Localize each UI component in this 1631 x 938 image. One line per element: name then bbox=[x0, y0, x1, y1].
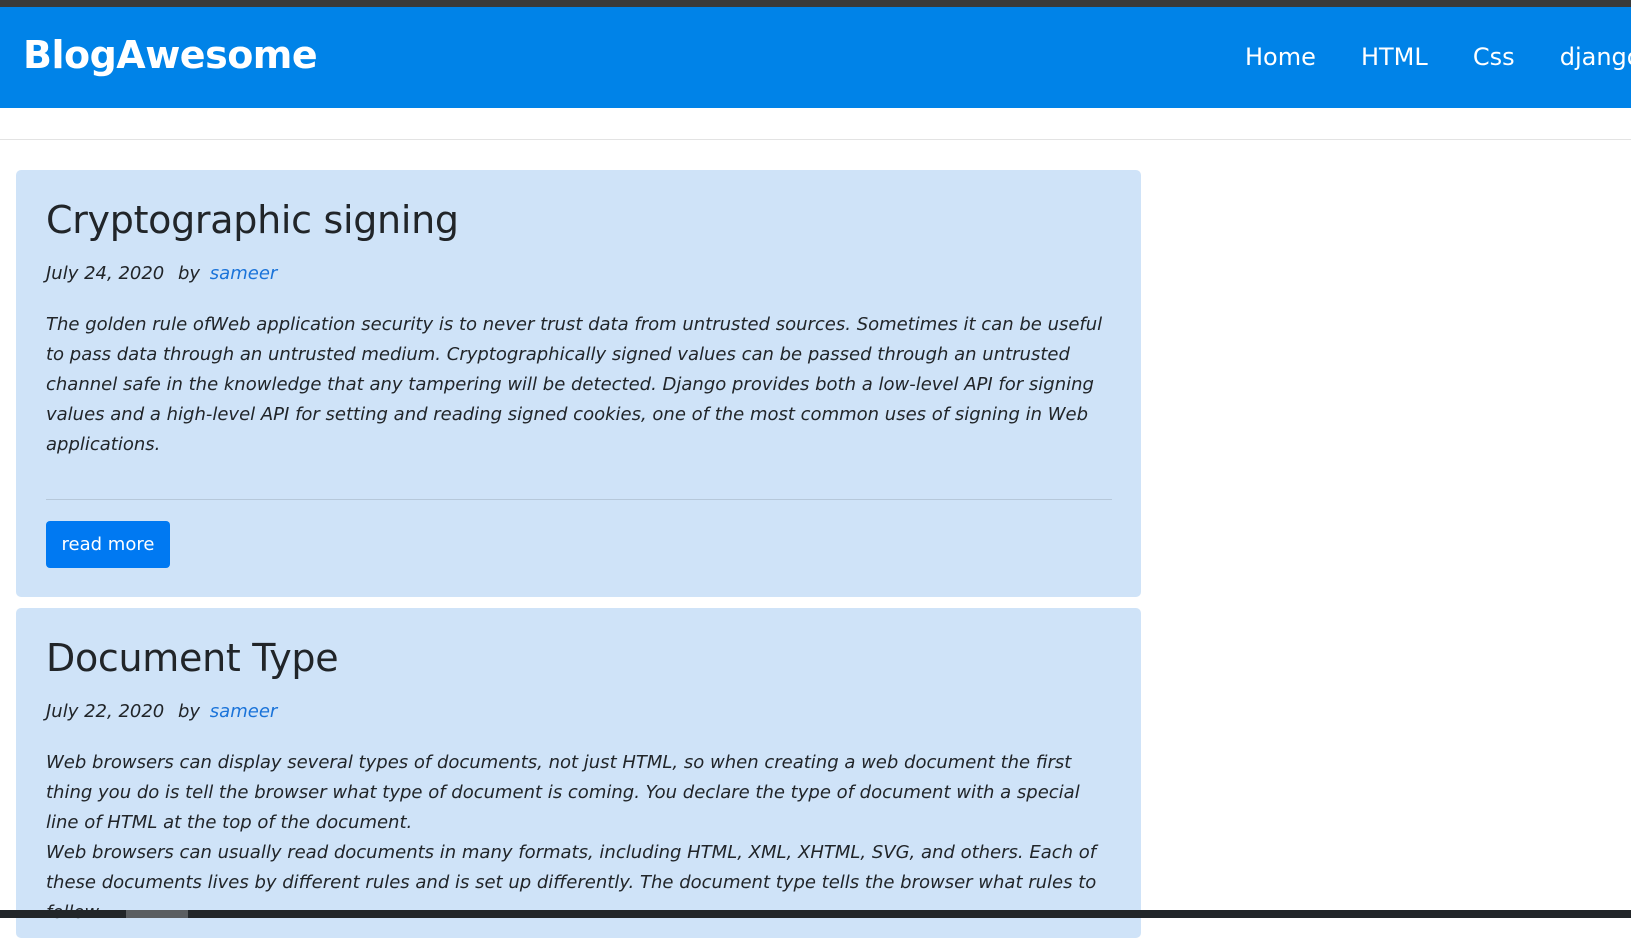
window-top-strip bbox=[0, 0, 1631, 7]
post-by-label: by bbox=[177, 263, 201, 284]
post-date: July 22, 2020 bbox=[46, 701, 165, 722]
post-excerpt-paragraph: The golden rule ofWeb application securi… bbox=[46, 314, 1103, 455]
nav-link-css[interactable]: Css bbox=[1473, 43, 1515, 71]
post-excerpt-paragraph: Web browsers can display several types o… bbox=[46, 752, 1080, 833]
horizontal-scrollbar[interactable] bbox=[0, 910, 1631, 918]
post-by-label: by bbox=[177, 701, 201, 722]
post-card: Document Type July 22, 2020 by sameer We… bbox=[16, 608, 1141, 938]
scrollbar-thumb[interactable] bbox=[126, 910, 188, 918]
card-divider bbox=[46, 499, 1112, 500]
navbar: BlogAwesome Home HTML Css django bbox=[0, 7, 1631, 108]
nav-links: Home HTML Css django bbox=[1245, 43, 1631, 83]
post-title[interactable]: Document Type bbox=[46, 636, 339, 680]
post-author-link[interactable]: sameer bbox=[210, 263, 278, 284]
post-meta: July 22, 2020 by sameer bbox=[46, 701, 277, 722]
post-card: Cryptographic signing July 24, 2020 by s… bbox=[16, 170, 1141, 597]
post-date: July 24, 2020 bbox=[46, 263, 165, 284]
read-more-button[interactable]: read more bbox=[46, 521, 170, 568]
nav-link-django[interactable]: django bbox=[1560, 43, 1631, 71]
post-excerpt: Web browsers can display several types o… bbox=[46, 748, 1116, 928]
post-meta: July 24, 2020 by sameer bbox=[46, 263, 277, 284]
nav-link-home[interactable]: Home bbox=[1245, 43, 1316, 71]
post-excerpt: The golden rule ofWeb application securi… bbox=[46, 310, 1116, 460]
post-author-link[interactable]: sameer bbox=[210, 701, 278, 722]
nav-link-html[interactable]: HTML bbox=[1361, 43, 1428, 71]
post-title[interactable]: Cryptographic signing bbox=[46, 198, 459, 242]
brand-logo[interactable]: BlogAwesome bbox=[23, 33, 318, 77]
header-divider bbox=[0, 139, 1631, 140]
